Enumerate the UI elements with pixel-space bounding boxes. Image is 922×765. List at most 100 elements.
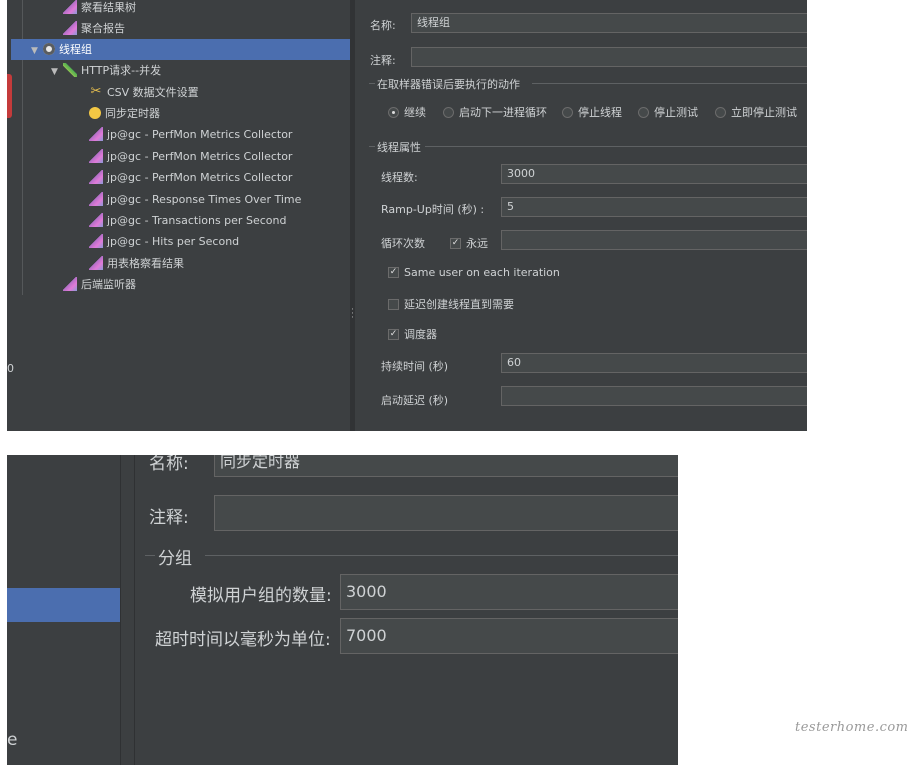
thread-props-title: 线程属性 bbox=[377, 141, 421, 154]
name-input[interactable]: 线程组 bbox=[411, 13, 807, 33]
duration-input[interactable]: 60 bbox=[501, 353, 807, 373]
num-users-label: 模拟用户组的数量: bbox=[190, 586, 332, 606]
tree-item-label: jp@gc - Hits per Second bbox=[107, 235, 240, 248]
tree-item-label: jp@gc - PerfMon Metrics Collector bbox=[107, 150, 293, 163]
chart-icon bbox=[89, 256, 103, 270]
tree-item[interactable]: 察看结果树 bbox=[51, 0, 136, 18]
tree-item[interactable]: jp@gc - PerfMon Metrics Collector bbox=[77, 167, 292, 188]
radio-stop-test-now[interactable]: 立即停止测试 bbox=[715, 104, 797, 120]
gear-icon bbox=[43, 43, 55, 55]
tree-item[interactable]: ▼ HTTP请求--并发 bbox=[51, 60, 161, 81]
checkbox-label: 调度器 bbox=[404, 328, 437, 341]
comment-input[interactable] bbox=[214, 495, 678, 531]
checkbox-label: Same user on each iteration bbox=[404, 266, 560, 279]
group-title: 分组 bbox=[158, 549, 192, 569]
tree-item[interactable]: ▼ 线程组 bbox=[11, 39, 350, 60]
group-divider bbox=[369, 146, 375, 147]
comment-input[interactable] bbox=[411, 47, 807, 67]
rampup-input[interactable]: 5 bbox=[501, 197, 807, 217]
radio-on-icon bbox=[388, 106, 399, 118]
checkbox-empty-icon bbox=[388, 298, 399, 310]
timer-icon bbox=[89, 107, 101, 119]
tree-item[interactable]: jp@gc - PerfMon Metrics Collector bbox=[77, 124, 292, 145]
pen-icon bbox=[63, 63, 77, 77]
chart-icon bbox=[89, 149, 103, 163]
tree-item-label: jp@gc - Response Times Over Time bbox=[107, 193, 302, 206]
tree-item-label: jp@gc - PerfMon Metrics Collector bbox=[107, 128, 293, 141]
scheduler-checkbox[interactable]: ✓ 调度器 bbox=[388, 326, 437, 342]
radio-label: 启动下一进程循环 bbox=[459, 106, 547, 119]
timeout-input[interactable]: 7000 bbox=[340, 618, 678, 654]
pane-separator bbox=[120, 455, 121, 765]
group-divider bbox=[425, 146, 807, 147]
csv-icon: ✂ bbox=[90, 84, 102, 99]
threads-label: 线程数: bbox=[381, 171, 418, 184]
loop-count-input[interactable] bbox=[501, 230, 807, 250]
tree-item[interactable]: 聚合报告 bbox=[51, 18, 125, 39]
comment-label: 注释: bbox=[370, 54, 396, 67]
chart-icon bbox=[89, 234, 103, 248]
thread-group-form: 名称: 线程组 注释: 在取样器错误后要执行的动作 继续 启动下一进程循环 停止… bbox=[355, 0, 807, 431]
tree-item[interactable]: jp@gc - Response Times Over Time bbox=[77, 189, 301, 210]
checkmark-icon: ✓ bbox=[450, 237, 461, 249]
tree-item-label: jp@gc - Transactions per Second bbox=[107, 214, 287, 227]
threads-input[interactable]: 3000 bbox=[501, 164, 807, 184]
startup-delay-input[interactable] bbox=[501, 386, 807, 406]
tree-item-label: jp@gc - PerfMon Metrics Collector bbox=[107, 171, 293, 184]
chart-icon bbox=[89, 127, 103, 141]
left-edge-marker bbox=[7, 74, 12, 118]
selected-tree-row[interactable] bbox=[7, 588, 120, 622]
radio-start-next-loop[interactable]: 启动下一进程循环 bbox=[443, 104, 547, 120]
radio-stop-thread[interactable]: 停止线程 bbox=[562, 104, 622, 120]
chart-icon bbox=[89, 192, 103, 206]
left-edge-char: e bbox=[7, 730, 18, 750]
name-input[interactable]: 同步定时器 bbox=[214, 455, 678, 477]
tree-item[interactable]: 用表格察看结果 bbox=[77, 253, 184, 274]
radio-off-icon bbox=[443, 106, 454, 118]
tree-item[interactable]: 后端监听器 bbox=[51, 274, 136, 295]
radio-off-icon bbox=[715, 106, 726, 118]
split-gutter bbox=[121, 455, 134, 765]
num-users-input[interactable]: 3000 bbox=[340, 574, 678, 610]
tree-item-label: 后端监听器 bbox=[81, 278, 136, 291]
chart-icon bbox=[63, 277, 77, 291]
radio-label: 停止测试 bbox=[654, 106, 698, 119]
group-divider bbox=[145, 555, 155, 556]
tree-item[interactable]: jp@gc - PerfMon Metrics Collector bbox=[77, 146, 292, 167]
chevron-down-icon[interactable]: ▼ bbox=[31, 41, 43, 62]
thread-group-window: 0 察看结果树 聚合报告 ▼ 线程组 ▼ HTTP请求--并发 ✂ CSV 数据文件设置 同步定… bbox=[7, 0, 807, 431]
sync-timer-window: e 名称: 同步定时器 注释: 分组 模拟用户组的数量: 3000 超时时间以毫… bbox=[7, 455, 678, 765]
radio-continue[interactable]: 继续 bbox=[388, 104, 426, 120]
tree-item[interactable]: 同步定时器 bbox=[77, 103, 160, 124]
radio-label: 停止线程 bbox=[578, 106, 622, 119]
test-plan-tree: 0 察看结果树 聚合报告 ▼ 线程组 ▼ HTTP请求--并发 ✂ CSV 数据文件设置 同步定… bbox=[7, 0, 350, 431]
radio-label: 继续 bbox=[404, 106, 426, 119]
loop-label: 循环次数 bbox=[381, 237, 425, 250]
checkmark-icon: ✓ bbox=[388, 266, 399, 278]
delay-create-checkbox[interactable]: 延迟创建线程直到需要 bbox=[388, 296, 514, 312]
name-label: 名称: bbox=[370, 19, 396, 32]
radio-stop-test[interactable]: 停止测试 bbox=[638, 104, 698, 120]
tree-item-label: CSV 数据文件设置 bbox=[107, 86, 199, 99]
checkbox-label: 永远 bbox=[466, 237, 488, 250]
same-user-checkbox[interactable]: ✓ Same user on each iteration bbox=[388, 266, 560, 279]
radio-label: 立即停止测试 bbox=[731, 106, 797, 119]
tree-item-label: 线程组 bbox=[59, 43, 92, 56]
forever-checkbox[interactable]: ✓ 永远 bbox=[450, 235, 488, 251]
tree-item[interactable]: jp@gc - Hits per Second bbox=[77, 231, 239, 252]
startup-delay-label: 启动延迟 (秒) bbox=[381, 394, 449, 407]
watermark: testerhome.com bbox=[795, 720, 909, 735]
tree-item[interactable]: jp@gc - Transactions per Second bbox=[77, 210, 286, 231]
checkbox-label: 延迟创建线程直到需要 bbox=[404, 298, 514, 311]
chart-icon bbox=[63, 0, 77, 14]
left-edge-char: 0 bbox=[7, 362, 14, 375]
comment-label: 注释: bbox=[149, 508, 189, 528]
chevron-down-icon[interactable]: ▼ bbox=[51, 62, 63, 83]
group-divider bbox=[205, 555, 678, 556]
tree-item-label: 同步定时器 bbox=[105, 107, 160, 120]
group-divider bbox=[369, 83, 375, 84]
chart-icon bbox=[89, 170, 103, 184]
timeout-label: 超时时间以毫秒为单位: bbox=[155, 630, 331, 650]
tree-item[interactable]: ✂ CSV 数据文件设置 bbox=[77, 82, 199, 103]
group-divider bbox=[532, 83, 807, 84]
